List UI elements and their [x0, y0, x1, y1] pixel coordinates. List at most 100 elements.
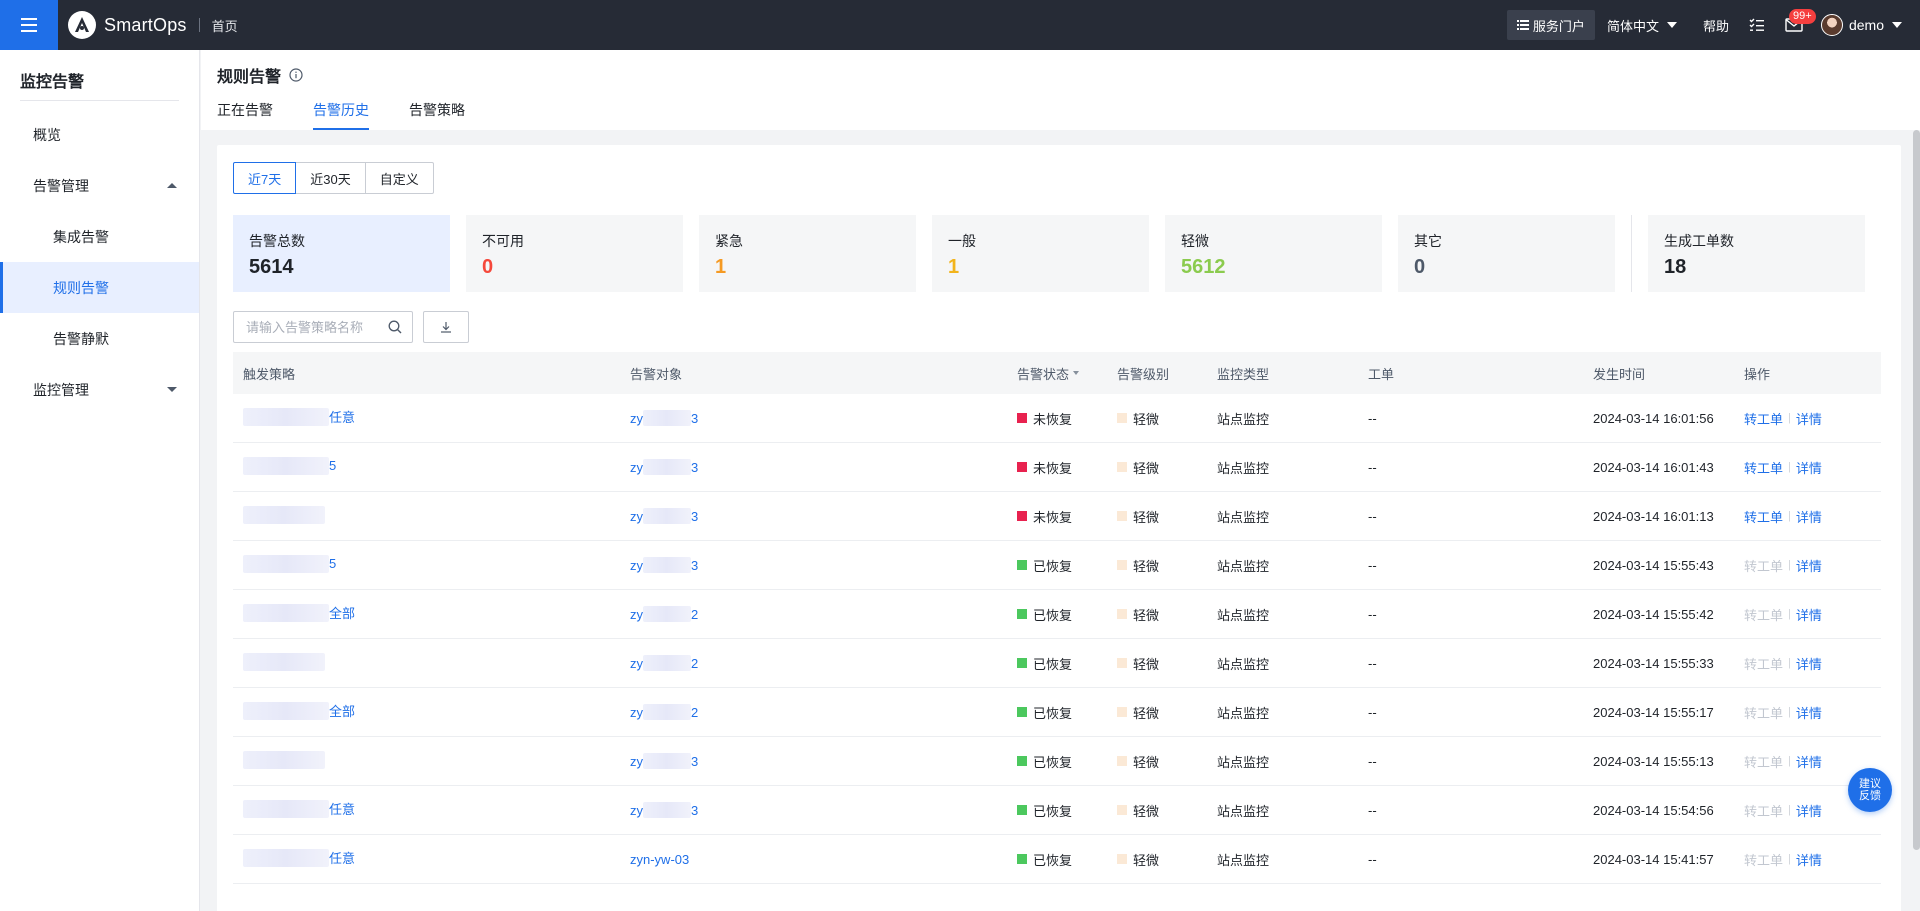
- details-link[interactable]: 详情: [1796, 409, 1822, 428]
- status-text: 已恢复: [1033, 803, 1073, 819]
- stat-total-alerts[interactable]: 告警总数 5614: [233, 215, 450, 292]
- details-link[interactable]: 详情: [1796, 850, 1822, 869]
- table-row: zy 3 未恢复 轻微 站点监控 -- 2024-03-14 16:01:13 转工单 | 详情: [233, 492, 1881, 541]
- policy-link[interactable]: 5: [243, 456, 336, 475]
- create-ticket-link[interactable]: 转工单: [1744, 605, 1783, 624]
- details-link[interactable]: 详情: [1796, 458, 1822, 477]
- messages-button[interactable]: 99+: [1785, 9, 1816, 32]
- target-link[interactable]: zyn-yw-03: [630, 852, 689, 867]
- cell-status: 已恢复: [1007, 605, 1107, 624]
- target-link[interactable]: zy 3: [630, 802, 698, 818]
- create-ticket-link[interactable]: 转工单: [1744, 752, 1783, 771]
- info-icon[interactable]: [289, 68, 303, 82]
- sidebar-item-alert-management[interactable]: 告警管理: [0, 160, 199, 211]
- sidebar-item-rule-alerts[interactable]: 规则告警: [0, 262, 199, 313]
- details-link[interactable]: 详情: [1796, 752, 1822, 771]
- target-link[interactable]: zy 3: [630, 410, 698, 426]
- cell-ops: 转工单 | 详情: [1734, 507, 1881, 526]
- cell-ops: 转工单 | 详情: [1734, 605, 1881, 624]
- cell-type: 站点监控: [1217, 411, 1270, 427]
- language-selector[interactable]: 简体中文: [1607, 16, 1677, 35]
- sidebar-item-monitor-management[interactable]: 监控管理: [0, 364, 199, 415]
- stat-label: 轻微: [1181, 233, 1209, 249]
- target-link[interactable]: zy 3: [630, 459, 698, 475]
- policy-link[interactable]: [243, 505, 325, 524]
- create-ticket-link[interactable]: 转工单: [1744, 654, 1783, 673]
- cell-time: 2024-03-14 15:55:42: [1593, 606, 1714, 622]
- sidebar-item-overview[interactable]: 概览: [0, 109, 199, 160]
- tab-alert-policies[interactable]: 告警策略: [409, 102, 465, 130]
- ops-divider: |: [1788, 559, 1791, 571]
- target-link[interactable]: zy 3: [630, 557, 698, 573]
- app-logo[interactable]: SmartOps: [68, 11, 187, 39]
- create-ticket-link[interactable]: 转工单: [1744, 507, 1783, 526]
- stat-minor[interactable]: 轻微 5612: [1165, 215, 1382, 292]
- stat-other[interactable]: 其它 0: [1398, 215, 1615, 292]
- export-button[interactable]: [423, 311, 469, 343]
- cell-ops: 转工单 | 详情: [1734, 654, 1881, 673]
- details-link[interactable]: 详情: [1796, 703, 1822, 722]
- cell-type: 站点监控: [1217, 509, 1270, 525]
- feedback-button[interactable]: 建议反馈: [1848, 768, 1892, 812]
- details-link[interactable]: 详情: [1796, 507, 1822, 526]
- policy-search-input[interactable]: [246, 319, 386, 335]
- service-portal-button[interactable]: 服务门户: [1506, 10, 1595, 40]
- tab-active-alerts[interactable]: 正在告警: [217, 102, 273, 130]
- cell-ticket: --: [1368, 508, 1377, 524]
- stat-label: 生成工单数: [1664, 233, 1734, 249]
- cell-level: 轻微: [1107, 801, 1207, 820]
- policy-link[interactable]: [243, 652, 325, 671]
- policy-link[interactable]: 全部: [243, 701, 355, 720]
- level-text: 轻微: [1133, 754, 1160, 770]
- tab-alert-history[interactable]: 告警历史: [313, 102, 369, 130]
- level-text: 轻微: [1133, 558, 1160, 574]
- policy-link[interactable]: 任意: [243, 799, 355, 818]
- target-link[interactable]: zy 2: [630, 704, 698, 720]
- stat-tickets-created[interactable]: 生成工单数 18: [1648, 215, 1865, 292]
- breadcrumb-home[interactable]: 首页: [212, 16, 238, 35]
- policy-link[interactable]: 5: [243, 554, 336, 573]
- topbar-actions: 服务门户 简体中文 帮助 99+ demo: [1506, 0, 1920, 50]
- cell-type: 站点监控: [1217, 852, 1270, 868]
- policy-link[interactable]: [243, 750, 325, 769]
- redacted-text: [243, 848, 329, 867]
- column-header-target: 告警对象: [630, 366, 683, 382]
- policy-link[interactable]: 全部: [243, 603, 355, 622]
- details-link[interactable]: 详情: [1796, 605, 1822, 624]
- range-7-days-button[interactable]: 近7天: [233, 162, 297, 194]
- create-ticket-link[interactable]: 转工单: [1744, 458, 1783, 477]
- cell-target: zy 3: [620, 459, 1007, 475]
- create-ticket-link[interactable]: 转工单: [1744, 801, 1783, 820]
- stat-critical[interactable]: 紧急 1: [699, 215, 916, 292]
- sidebar-item-label: 概览: [33, 126, 61, 143]
- target-link[interactable]: zy 2: [630, 655, 698, 671]
- sidebar-item-integrated-alerts[interactable]: 集成告警: [0, 211, 199, 262]
- sidebar-item-alert-silence[interactable]: 告警静默: [0, 313, 199, 364]
- create-ticket-link[interactable]: 转工单: [1744, 850, 1783, 869]
- search-icon[interactable]: [388, 320, 402, 334]
- range-30-days-button[interactable]: 近30天: [295, 162, 366, 194]
- details-link[interactable]: 详情: [1796, 654, 1822, 673]
- help-link[interactable]: 帮助: [1703, 16, 1729, 35]
- target-link[interactable]: zy 2: [630, 606, 698, 622]
- range-custom-button[interactable]: 自定义: [364, 162, 434, 194]
- create-ticket-link[interactable]: 转工单: [1744, 703, 1783, 722]
- details-link[interactable]: 详情: [1796, 801, 1822, 820]
- policy-link[interactable]: 任意: [243, 848, 355, 867]
- details-link[interactable]: 详情: [1796, 556, 1822, 575]
- page-scrollbar[interactable]: [1913, 130, 1920, 850]
- task-list-button[interactable]: [1749, 17, 1765, 33]
- stat-normal[interactable]: 一般 1: [932, 215, 1149, 292]
- policy-link[interactable]: 任意: [243, 407, 355, 426]
- user-menu[interactable]: demo: [1820, 14, 1902, 36]
- create-ticket-link[interactable]: 转工单: [1744, 556, 1783, 575]
- hamburger-menu-button[interactable]: [0, 0, 58, 50]
- cell-ops: 转工单 | 详情: [1734, 752, 1881, 771]
- column-header-status[interactable]: 告警状态: [1007, 364, 1107, 383]
- create-ticket-link[interactable]: 转工单: [1744, 409, 1783, 428]
- target-link[interactable]: zy 3: [630, 753, 698, 769]
- cell-ticket: --: [1368, 655, 1377, 671]
- target-prefix: zyn-yw-03: [630, 851, 690, 867]
- stat-unavailable[interactable]: 不可用 0: [466, 215, 683, 292]
- target-link[interactable]: zy 3: [630, 508, 698, 524]
